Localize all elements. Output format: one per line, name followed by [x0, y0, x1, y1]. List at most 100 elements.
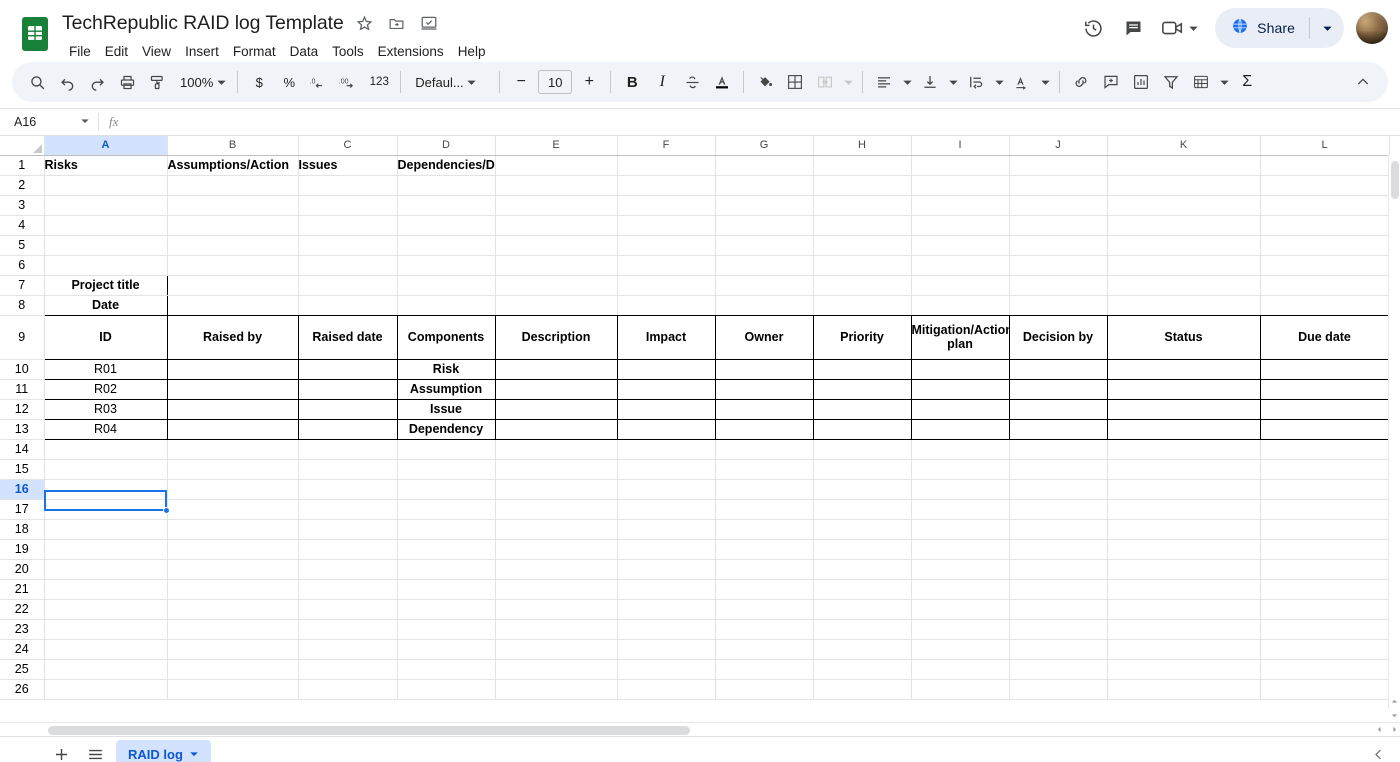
document-title[interactable]: TechRepublic RAID log Template	[62, 12, 346, 35]
rotation-chevron-down-icon[interactable]	[1037, 77, 1053, 88]
cell-d23[interactable]	[397, 619, 496, 640]
comment-icon[interactable]	[1113, 8, 1153, 48]
cell-d20[interactable]	[397, 559, 496, 580]
cell-a16[interactable]	[44, 479, 168, 500]
cell-i22[interactable]	[911, 599, 1010, 620]
cell-d13[interactable]: Dependency	[397, 419, 496, 440]
cell-g9[interactable]: Owner	[715, 314, 814, 360]
cell-b14[interactable]	[167, 439, 299, 460]
cell-j5[interactable]	[1009, 235, 1108, 256]
document-status-icon[interactable]	[416, 10, 442, 36]
insert-chart-icon[interactable]	[1126, 67, 1156, 97]
cell-e10[interactable]	[495, 359, 618, 380]
cell-c26[interactable]	[298, 679, 398, 700]
cell-a17[interactable]	[44, 499, 168, 520]
cell-a22[interactable]	[44, 599, 168, 620]
cell-j20[interactable]	[1009, 559, 1108, 580]
cell-j25[interactable]	[1009, 659, 1108, 680]
cell-h3[interactable]	[813, 195, 912, 216]
cell-e15[interactable]	[495, 459, 618, 480]
cell-e22[interactable]	[495, 599, 618, 620]
row-header-20[interactable]: 20	[0, 559, 45, 580]
cell-k24[interactable]	[1107, 639, 1261, 660]
cell-c8[interactable]	[298, 294, 398, 316]
cell-j16[interactable]	[1009, 479, 1108, 500]
zoom-control[interactable]: 100%	[172, 75, 231, 90]
cell-k25[interactable]	[1107, 659, 1261, 680]
cell-k7[interactable]	[1107, 274, 1261, 296]
cell-j2[interactable]	[1009, 175, 1108, 196]
cell-d26[interactable]	[397, 679, 496, 700]
cell-b11[interactable]	[167, 379, 299, 400]
cell-l9[interactable]: Due date	[1260, 314, 1390, 360]
cell-l3[interactable]	[1260, 195, 1390, 216]
text-wrap-icon[interactable]	[961, 67, 991, 97]
cell-f24[interactable]	[617, 639, 716, 660]
cell-d17[interactable]	[397, 499, 496, 520]
cell-b6[interactable]	[167, 255, 299, 276]
cell-e14[interactable]	[495, 439, 618, 460]
cell-d2[interactable]	[397, 175, 496, 196]
cell-d25[interactable]	[397, 659, 496, 680]
cell-a13[interactable]: R04	[43, 419, 168, 440]
cell-d4[interactable]	[397, 215, 496, 236]
cell-j6[interactable]	[1009, 255, 1108, 276]
cell-a3[interactable]	[44, 195, 168, 216]
row-header-2[interactable]: 2	[0, 175, 45, 196]
chevron-down-icon[interactable]	[1185, 23, 1201, 34]
star-icon[interactable]	[352, 10, 378, 36]
cell-b18[interactable]	[167, 519, 299, 540]
more-formats-button[interactable]: 123	[364, 67, 394, 97]
cell-h21[interactable]	[813, 579, 912, 600]
cell-b23[interactable]	[167, 619, 299, 640]
scroll-right-icon[interactable]	[1391, 726, 1398, 735]
cell-c10[interactable]	[298, 359, 398, 380]
cell-k20[interactable]	[1107, 559, 1261, 580]
cell-c19[interactable]	[298, 539, 398, 560]
cell-h17[interactable]	[813, 499, 912, 520]
column-header-g[interactable]: G	[715, 136, 814, 156]
cell-c21[interactable]	[298, 579, 398, 600]
cell-a6[interactable]	[44, 255, 168, 276]
cell-e19[interactable]	[495, 539, 618, 560]
cell-i6[interactable]	[911, 255, 1010, 276]
cell-k18[interactable]	[1107, 519, 1261, 540]
cell-c9[interactable]: Raised date	[298, 314, 398, 360]
cell-l7[interactable]	[1260, 274, 1390, 296]
cell-f25[interactable]	[617, 659, 716, 680]
cell-e11[interactable]	[495, 379, 618, 400]
cell-j21[interactable]	[1009, 579, 1108, 600]
row-header-17[interactable]: 17	[0, 499, 45, 520]
menu-item-help[interactable]: Help	[451, 42, 493, 61]
cell-k13[interactable]	[1107, 419, 1261, 440]
cell-c6[interactable]	[298, 255, 398, 276]
cell-e3[interactable]	[495, 195, 618, 216]
cell-l15[interactable]	[1260, 459, 1390, 480]
cell-i2[interactable]	[911, 175, 1010, 196]
merge-cells-icon[interactable]	[810, 67, 840, 97]
functions-chevron-down-icon[interactable]	[1216, 77, 1232, 88]
cell-h19[interactable]	[813, 539, 912, 560]
cell-b20[interactable]	[167, 559, 299, 580]
cell-e5[interactable]	[495, 235, 618, 256]
cell-e1[interactable]	[495, 155, 618, 176]
horizontal-align-icon[interactable]	[869, 67, 899, 97]
add-sheet-icon[interactable]	[44, 740, 78, 762]
cell-b16[interactable]	[167, 479, 299, 500]
column-header-e[interactable]: E	[495, 136, 618, 156]
row-header-13[interactable]: 13	[0, 419, 45, 440]
cell-f26[interactable]	[617, 679, 716, 700]
cell-b19[interactable]	[167, 539, 299, 560]
increase-font-size-button[interactable]: +	[574, 67, 604, 97]
cell-f16[interactable]	[617, 479, 716, 500]
cell-b5[interactable]	[167, 235, 299, 256]
cell-f8[interactable]	[617, 294, 716, 316]
cell-i7[interactable]	[911, 274, 1010, 296]
cell-d10[interactable]: Risk	[397, 359, 496, 380]
horizontal-scrollbar-thumb[interactable]	[48, 726, 690, 735]
user-avatar[interactable]	[1356, 12, 1388, 44]
cell-g8[interactable]	[715, 294, 814, 316]
text-color-icon[interactable]	[707, 67, 737, 97]
currency-format-button[interactable]: $	[244, 67, 274, 97]
cell-e26[interactable]	[495, 679, 618, 700]
